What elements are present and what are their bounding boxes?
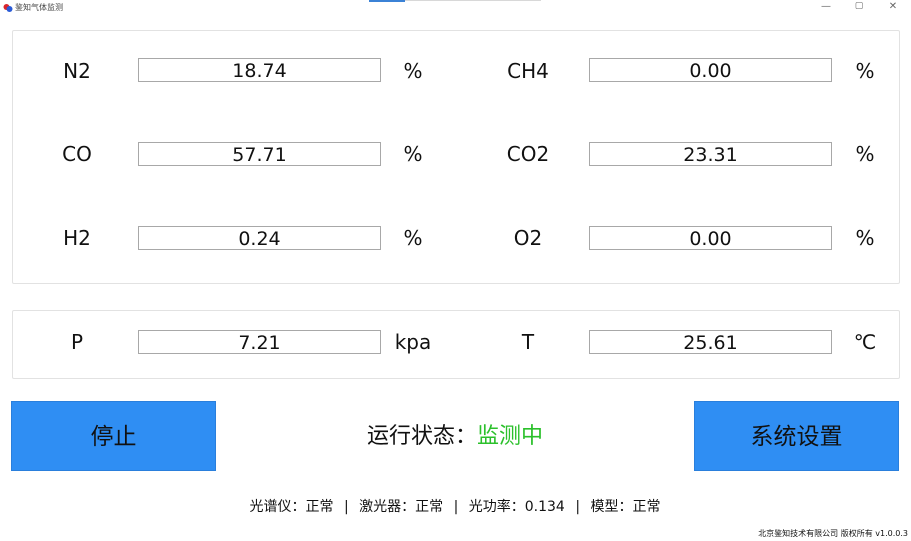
maximize-button[interactable]: ▢ [852,1,866,11]
title-bar: 鉴知气体监测 — ▢ ✕ [0,0,911,18]
env-label-pressure: P [70,330,84,354]
gas-unit-h2: % [403,226,423,250]
close-button[interactable]: ✕ [886,1,900,12]
gas-value-o2[interactable]: 0.00 [589,226,832,250]
gas-label-co2: CO2 [506,142,550,166]
device-status-bar: 光谱仪：正常 | 激光器：正常 | 光功率：0.134 | 模型：正常 [150,497,760,517]
gas-value-ch4[interactable]: 0.00 [589,58,832,82]
gas-label-o2: O2 [513,226,543,250]
run-status-value: 监测中 [477,424,544,449]
gas-label-h2: H2 [63,226,91,250]
status-separator: | [575,499,581,515]
copyright-text: 北京鉴知技术有限公司 版权所有 v1.0.0.3 [758,529,908,538]
env-unit-pressure: kpa [394,330,432,354]
stop-button[interactable]: 停止 [11,401,216,471]
gas-label-n2: N2 [63,59,91,83]
env-value-temperature[interactable]: 25.61 [589,330,832,354]
run-status-label: 运行状态： [366,424,477,449]
status-separator: | [343,499,349,515]
gas-label-ch4: CH4 [507,59,549,83]
gas-value-co2[interactable]: 23.31 [589,142,832,166]
gas-unit-co2: % [855,142,875,166]
status-separator: | [453,499,459,515]
model-status: 模型：正常 [590,499,661,515]
laser-status: 激光器：正常 [359,499,444,515]
gas-label-co: CO [62,142,92,166]
optical-power-status: 光功率：0.134 [468,499,565,515]
spectrometer-status: 光谱仪：正常 [249,499,334,515]
env-value-pressure[interactable]: 7.21 [138,330,381,354]
app-logo-icon [3,4,13,12]
gas-value-n2[interactable]: 18.74 [138,58,381,82]
gas-unit-ch4: % [855,59,875,83]
gas-unit-n2: % [403,59,423,83]
minimize-button[interactable]: — [819,1,833,12]
env-unit-temperature: ℃ [853,330,877,354]
window-title: 鉴知气体监测 [15,3,63,12]
gas-unit-co: % [403,142,423,166]
gas-value-h2[interactable]: 0.24 [138,226,381,250]
gas-value-co[interactable]: 57.71 [138,142,381,166]
env-label-temperature: T [521,330,535,354]
gas-unit-o2: % [855,226,875,250]
active-tab-indicator [369,0,405,2]
run-status: 运行状态：监测中 [300,422,610,452]
tab-strip-line [405,0,541,1]
system-settings-button[interactable]: 系统设置 [694,401,899,471]
